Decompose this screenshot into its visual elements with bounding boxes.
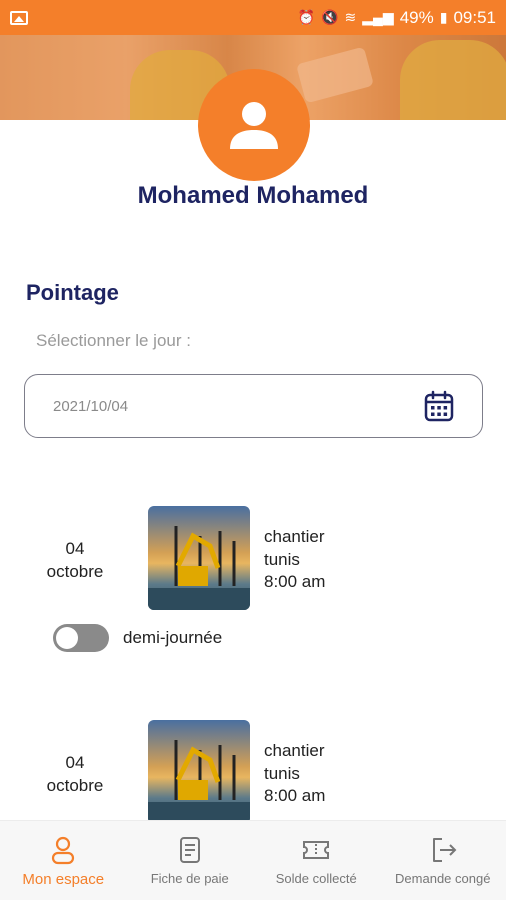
entry-info: chantier tunis 8:00 am — [264, 526, 325, 594]
nav-item-demande-conge[interactable]: Demande congé — [380, 821, 506, 900]
entry-time: 8:00 am — [264, 572, 326, 591]
entry-city: tunis — [264, 763, 300, 783]
nav-label: Mon espace — [22, 871, 105, 888]
entry-day: 04 — [65, 539, 85, 558]
nav-item-fiche-de-paie[interactable]: Fiche de paie — [127, 821, 254, 900]
entry-info: chantier tunis 8:00 am — [264, 740, 325, 808]
nav-label: Solde collecté — [275, 871, 357, 886]
logout-icon — [432, 838, 457, 862]
signal-icon: ▂▄▆ — [362, 9, 394, 25]
document-icon — [179, 837, 200, 863]
entry-date: 04 octobre — [40, 537, 110, 583]
construction-site-thumbnail — [148, 506, 250, 610]
wifi-icon: ≋ — [344, 9, 357, 25]
alarm-icon: ⏰ — [297, 9, 316, 25]
avatar[interactable] — [198, 69, 310, 181]
ticket-icon — [303, 841, 330, 859]
user-icon — [230, 102, 278, 149]
entry-date: 04 octobre — [40, 751, 110, 797]
entry-month: octobre — [46, 562, 104, 581]
battery-level: 49% — [399, 7, 434, 27]
entry-month: octobre — [46, 776, 104, 795]
entry-day: 04 — [65, 753, 85, 772]
section-title-pointage: Pointage — [26, 280, 119, 305]
user-name: Mohamed Mohamed — [137, 182, 369, 209]
date-picker-field[interactable]: 2021/10/04 — [24, 374, 483, 438]
entry-city: tunis — [264, 549, 300, 569]
gallery-notification-icon — [10, 10, 28, 25]
half-day-toggle-row: demi-journée — [53, 624, 222, 652]
nav-label: Demande congé — [395, 871, 491, 886]
nav-item-solde-collecte[interactable]: Solde collecté — [253, 821, 380, 900]
user-icon — [52, 836, 75, 865]
battery-icon: ▮ — [439, 9, 448, 25]
half-day-label: demi-journée — [123, 628, 223, 647]
entry-time: 8:00 am — [264, 786, 326, 805]
bottom-navigation: Mon espace Fiche de paie Solde collecté … — [0, 820, 506, 900]
select-day-label: Sélectionner le jour : — [36, 331, 191, 350]
construction-site-thumbnail — [148, 720, 250, 824]
entry-place: chantier — [264, 741, 325, 760]
clock: 09:51 — [453, 7, 496, 27]
half-day-toggle[interactable] — [53, 624, 109, 652]
nav-label: Fiche de paie — [150, 871, 229, 886]
entry-place: chantier — [264, 527, 325, 546]
date-value: 2021/10/04 — [53, 397, 129, 415]
status-bar: ⏰ 🔇 ≋ ▂▄▆ 49% ▮ 09:51 — [0, 0, 506, 35]
calendar-icon[interactable] — [424, 390, 454, 422]
mute-icon: 🔇 — [321, 9, 339, 25]
nav-item-mon-espace[interactable]: Mon espace — [0, 821, 127, 900]
